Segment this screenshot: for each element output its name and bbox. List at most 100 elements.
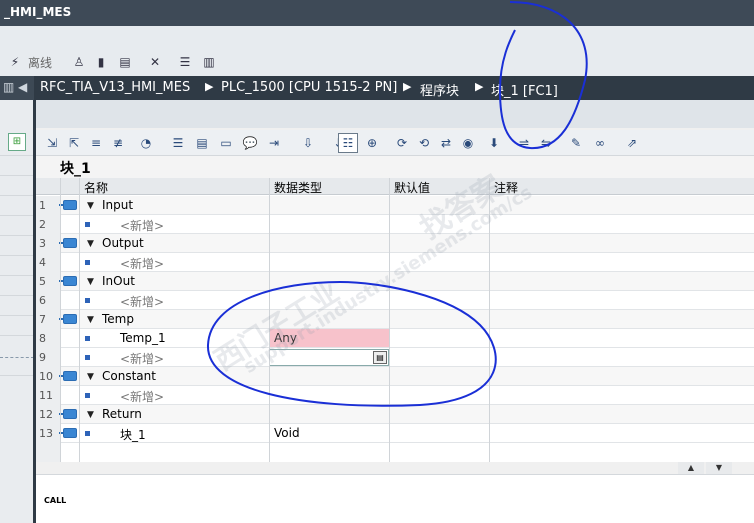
align-icon: ☰	[172, 136, 184, 150]
row-number: 10	[36, 367, 60, 386]
insert-row-button[interactable]: ⇲	[42, 133, 62, 153]
refresh-icon: ⟳	[396, 136, 408, 150]
view-toggle-icon: ☷	[342, 136, 354, 150]
row-name[interactable]: InOut	[102, 274, 135, 288]
window-titlebar: _HMI_MES	[0, 0, 754, 26]
call-label: CALL	[44, 496, 67, 505]
collapse-triangle-icon[interactable]: ▼	[87, 315, 94, 325]
breadcrumb: ▥ ◀ RFC_TIA_V13_HMI_MES ▶ PLC_1500 [CPU …	[0, 76, 754, 100]
download-button[interactable]: ⬇	[484, 133, 504, 153]
element-marker-icon	[85, 260, 90, 265]
grip-icon: ▥	[3, 80, 15, 94]
scroll-up-button[interactable]: ▲	[678, 462, 704, 474]
table-row[interactable]: 9 <新增> ▤	[36, 348, 754, 367]
zoom-button[interactable]: ⊕	[362, 133, 382, 153]
breakpoint-button[interactable]: ✎	[566, 133, 586, 153]
column-header-name[interactable]: 名称	[84, 179, 108, 196]
zoom-icon: ⊕	[366, 136, 378, 150]
table-row[interactable]: 2 <新增>	[36, 215, 754, 234]
row-name[interactable]: Temp	[102, 312, 134, 326]
back-arrow-icon[interactable]: ◀	[18, 80, 27, 94]
lad-icon: ≡	[90, 136, 102, 150]
rewire-all-icon: ⇋	[540, 136, 552, 150]
goto-button[interactable]: ⇥	[264, 133, 284, 153]
address-icon: ⇩	[302, 136, 314, 150]
export-button[interactable]: ⇗	[622, 133, 642, 153]
collapse-triangle-icon[interactable]: ▼	[87, 239, 94, 249]
network-button[interactable]: ▤	[192, 133, 212, 153]
add-new-row[interactable]: <新增>	[120, 350, 164, 367]
compare-button[interactable]: ⇄	[436, 133, 456, 153]
rewire-button[interactable]: ⇌	[514, 133, 534, 153]
breadcrumb-block[interactable]: 块_1 [FC1]	[491, 80, 558, 99]
add-new-row[interactable]: <新增>	[120, 217, 164, 234]
row-name[interactable]: Temp_1	[120, 331, 166, 345]
split-vertical-button[interactable]: ▥	[200, 52, 218, 72]
add-row-button[interactable]: ⇱	[64, 133, 84, 153]
add-new-row[interactable]: <新增>	[120, 255, 164, 272]
project-tree-add-button[interactable]: ⊞	[8, 133, 26, 151]
sync-icon: ⟲	[418, 136, 430, 150]
table-row[interactable]: 10 ▼ Constant	[36, 367, 754, 386]
datatype-dropdown-button[interactable]: ▤	[373, 351, 387, 364]
go-offline-button[interactable]: ⚡ 离线	[6, 52, 52, 72]
breadcrumb-project[interactable]: RFC_TIA_V13_HMI_MES	[40, 80, 190, 95]
download-icon: ⬇	[488, 136, 500, 150]
column-divider[interactable]	[389, 178, 390, 462]
row-name[interactable]: Constant	[102, 369, 156, 383]
collapse-triangle-icon[interactable]: ▼	[87, 277, 94, 287]
scroll-down-button[interactable]: ▼	[706, 462, 732, 474]
add-row-icon: ⇱	[68, 136, 80, 150]
table-row[interactable]: 12 ▼ Return	[36, 405, 754, 424]
table-row[interactable]: 8 Temp_1 Any	[36, 329, 754, 348]
table-row[interactable]: 6 <新增>	[36, 291, 754, 310]
align-button[interactable]: ☰	[168, 133, 188, 153]
row-name[interactable]: Input	[102, 198, 133, 212]
row-name[interactable]: Output	[102, 236, 144, 250]
breadcrumb-plc[interactable]: PLC_1500 [CPU 1515-2 PN]	[221, 80, 397, 95]
view-toggle-button[interactable]: ☷	[338, 133, 358, 153]
table-row[interactable]: 13 块_1 Void	[36, 424, 754, 443]
glasses-button[interactable]: ∞	[590, 133, 610, 153]
element-marker-icon	[85, 393, 90, 398]
main-toolbar	[0, 26, 754, 76]
breadcrumb-program-blocks[interactable]: 程序块	[420, 80, 459, 99]
row-name[interactable]: Return	[102, 407, 142, 421]
rewire-all-button[interactable]: ⇋	[536, 133, 556, 153]
element-marker-icon	[85, 355, 90, 360]
box-button[interactable]: ▭	[216, 133, 236, 153]
table-row[interactable]: 3 ▼ Output	[36, 234, 754, 253]
absolute-address-button[interactable]: ⇩	[298, 133, 318, 153]
table-row[interactable]: 7 ▼ Temp	[36, 310, 754, 329]
column-header-datatype[interactable]: 数据类型	[274, 179, 322, 196]
lad-insert-button[interactable]: ≡	[86, 133, 106, 153]
table-row[interactable]: 1 ▼ Input	[36, 196, 754, 215]
table-row[interactable]: 11 <新增>	[36, 386, 754, 405]
collapse-triangle-icon[interactable]: ▼	[87, 201, 94, 211]
sync-button[interactable]: ⟲	[414, 133, 434, 153]
refresh-button[interactable]: ⟳	[392, 133, 412, 153]
simulation-icon: ▮	[97, 55, 105, 69]
collapse-triangle-icon[interactable]: ▼	[87, 410, 94, 420]
accessible-devices-button[interactable]: ♙	[70, 52, 88, 72]
start-sim-button[interactable]: ▮	[92, 52, 110, 72]
accessible-devices-icon: ♙	[73, 55, 85, 69]
selection-marker	[0, 357, 34, 358]
stop-cpu-button[interactable]: ▤	[116, 52, 134, 72]
datatype-value[interactable]: Void	[274, 426, 300, 440]
add-new-row[interactable]: <新增>	[120, 293, 164, 310]
cross-reference-button[interactable]: ✕	[146, 52, 164, 72]
online-view-button[interactable]: ◉	[458, 133, 478, 153]
collapse-triangle-icon[interactable]: ▼	[87, 372, 94, 382]
column-header-default[interactable]: 默认值	[394, 179, 430, 196]
insert-row-icon: ⇲	[46, 136, 58, 150]
return-icon	[59, 428, 77, 438]
split-horizontal-button[interactable]: ☰	[176, 52, 194, 72]
monitoring-button[interactable]: ◔	[136, 133, 156, 153]
row-name[interactable]: 块_1	[120, 426, 146, 443]
comment-button[interactable]: 💬	[240, 133, 260, 153]
goto-icon: ⇥	[268, 136, 280, 150]
row-number: 3	[36, 234, 60, 253]
add-new-row[interactable]: <新增>	[120, 388, 164, 405]
lad-branch-button[interactable]: ≢	[108, 133, 128, 153]
